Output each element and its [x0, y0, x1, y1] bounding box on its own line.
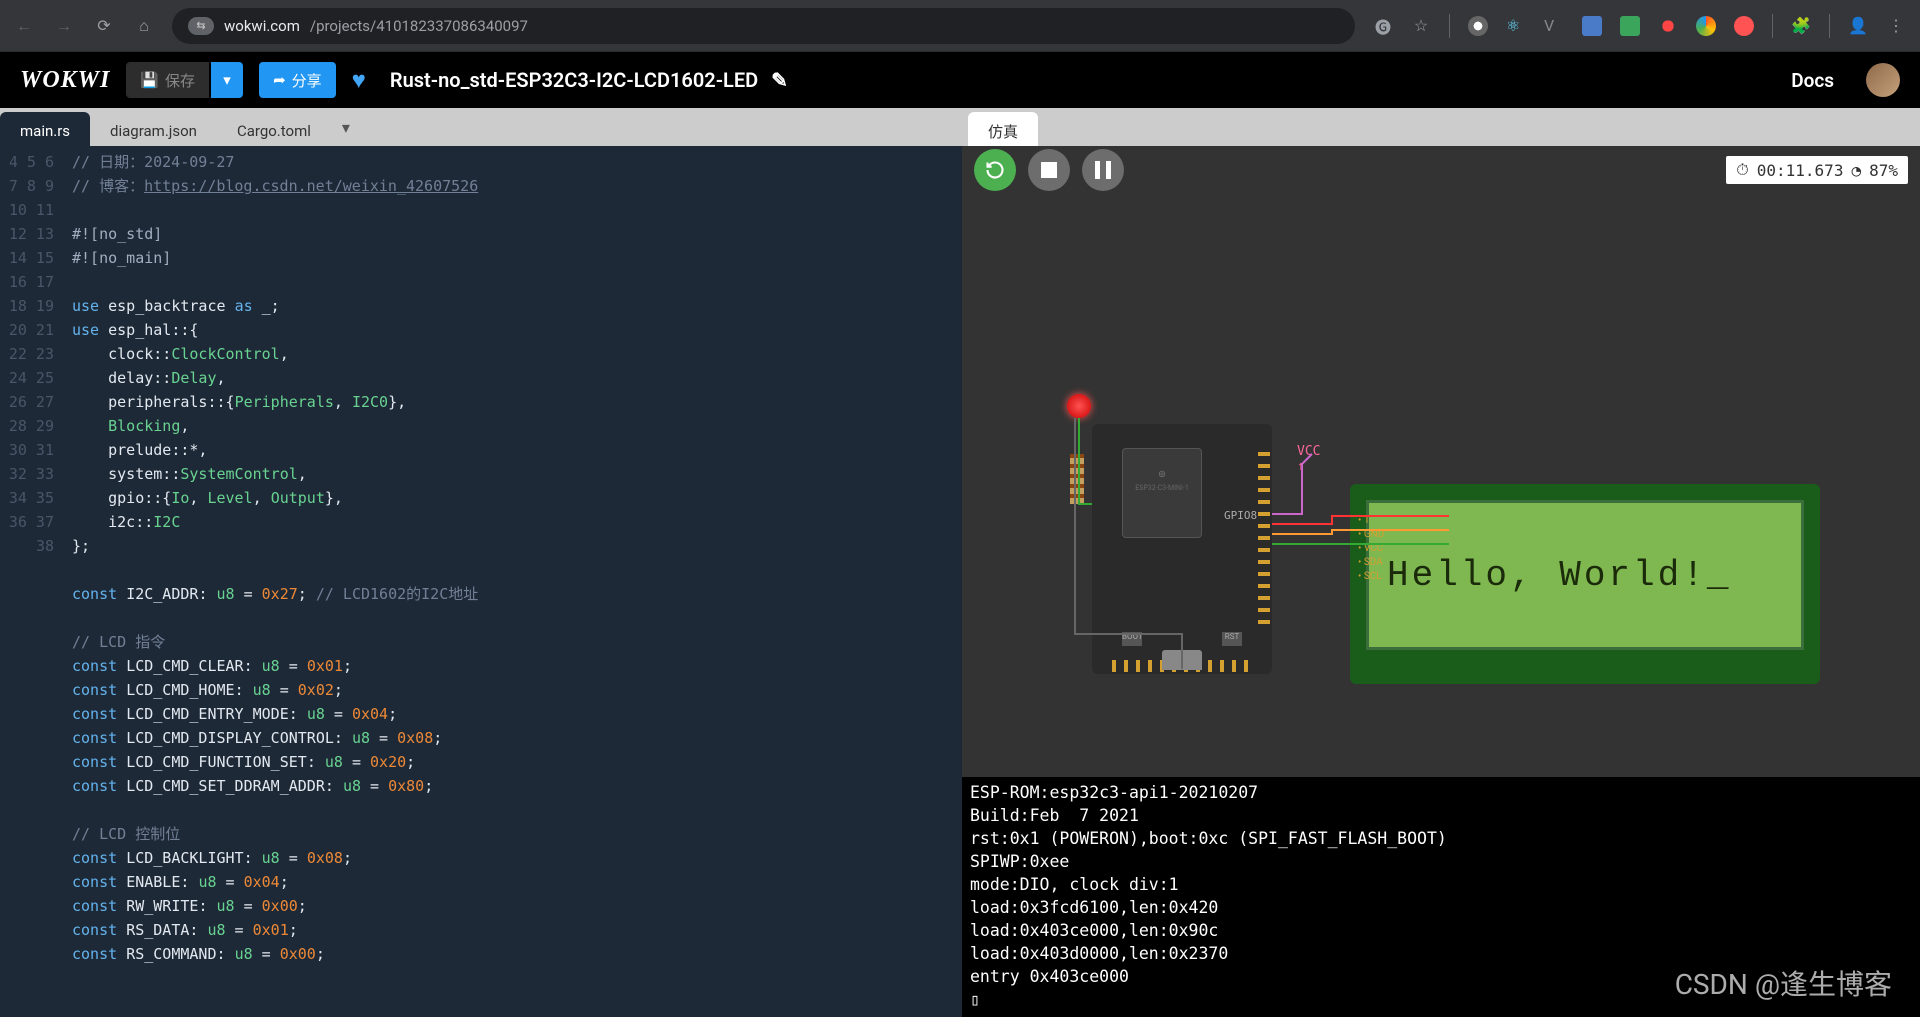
share-button[interactable]: ➦分享 [259, 62, 336, 98]
lcd-line1: Hello, World!_ [1387, 555, 1783, 596]
esp32c3-board[interactable]: ◎ESP32-C3-MINI-1 BOOT RST [1092, 424, 1272, 674]
chevron-down-icon: ▾ [223, 71, 231, 89]
browser-toolbar: ← → ⟳ ⌂ ⇆ wokwi.com/projects/41018233708… [0, 0, 1920, 52]
toolbar-divider [1829, 14, 1830, 38]
toolbar-divider [1449, 14, 1450, 38]
lcd1602-component[interactable]: • 1• GND• VCC• SDA• SCL Hello, World!_ [1350, 484, 1820, 684]
nav-back-icon[interactable]: ← [14, 16, 34, 36]
editor-gutter: 4 5 6 7 8 9 10 11 12 13 14 15 16 17 18 1… [0, 146, 72, 558]
edit-title-icon[interactable]: ✎ [771, 68, 788, 92]
nav-reload-icon[interactable]: ⟳ [94, 16, 114, 36]
profile-icon[interactable]: 👤 [1848, 16, 1868, 36]
translate-icon[interactable]: 🅖 [1373, 16, 1393, 36]
code-editor[interactable]: 4 5 6 7 8 9 10 11 12 13 14 15 16 17 18 1… [0, 146, 962, 1017]
ext-icon-devtools[interactable] [1620, 16, 1640, 36]
site-info-icon[interactable]: ⇆ [188, 17, 214, 35]
extension-icons: 🅖 ☆ ⚛ V 🧩 👤 ⋮ [1373, 14, 1906, 38]
pause-button[interactable] [1082, 149, 1124, 191]
project-title: Rust-no_std-ESP32C3-I2C-LCD1602-LED ✎ [390, 68, 1775, 92]
pins-right [1258, 444, 1270, 624]
url-bar[interactable]: ⇆ wokwi.com/projects/410182337086340097 [172, 8, 1355, 44]
favorite-button[interactable]: ♥ [352, 66, 366, 95]
main-area: 4 5 6 7 8 9 10 11 12 13 14 15 16 17 18 1… [0, 146, 1920, 1017]
sim-time: 00:11.673 [1757, 161, 1844, 180]
ext-icon-7[interactable] [1696, 16, 1716, 36]
wokwi-logo[interactable]: WOKWI [20, 67, 110, 94]
stopwatch-icon: ⏱ [1736, 160, 1748, 180]
save-icon: 💾 [140, 71, 159, 89]
watermark: CSDN @逢生博客 [1675, 963, 1892, 1003]
led-component[interactable] [1067, 394, 1091, 418]
docs-link[interactable]: Docs [1791, 69, 1834, 92]
sim-canvas[interactable]: ◎ESP32-C3-MINI-1 BOOT RST VCC↑ GPIO8 • 1… [962, 194, 1920, 777]
ext-icon-v[interactable]: V [1544, 16, 1564, 36]
ext-icon-1[interactable] [1468, 16, 1488, 36]
nav-forward-icon[interactable]: → [54, 16, 74, 36]
usb-port [1162, 650, 1202, 670]
esp-chip: ◎ESP32-C3-MINI-1 [1122, 448, 1202, 538]
ext-icon-z[interactable] [1582, 16, 1602, 36]
gpio-label: GPIO8 [1224, 509, 1257, 522]
rst-button[interactable]: RST [1222, 632, 1242, 646]
url-path: /projects/410182337086340097 [310, 17, 528, 35]
sim-speed: 87% [1869, 161, 1898, 180]
sim-stats: ⏱ 00:11.673 ◔ 87% [1726, 156, 1908, 184]
nav-home-icon[interactable]: ⌂ [134, 16, 154, 36]
ext-icon-rec[interactable] [1658, 16, 1678, 36]
tab-simulation[interactable]: 仿真 [968, 112, 1038, 150]
share-icon: ➦ [273, 71, 286, 89]
url-host: wokwi.com [224, 17, 300, 35]
ext-icon-react[interactable]: ⚛ [1506, 16, 1526, 36]
restart-button[interactable] [974, 149, 1016, 191]
tab-main-rs[interactable]: main.rs [0, 112, 90, 150]
tab-cargo-toml[interactable]: Cargo.toml [217, 112, 331, 150]
simulation-pane: ⏱ 00:11.673 ◔ 87% ◎ESP32-C3-MINI-1 BOOT RS… [962, 146, 1920, 1017]
editor-content[interactable]: // 日期：2024-09-27 // 博客：https://blog.csdn… [72, 146, 962, 990]
resistor-component[interactable] [1070, 454, 1084, 504]
sim-controls: ⏱ 00:11.673 ◔ 87% [962, 146, 1920, 194]
ext-icon-8[interactable] [1734, 16, 1754, 36]
lcd-pin-labels: • 1• GND• VCC• SDA• SCL [1358, 514, 1384, 584]
bookmark-star-icon[interactable]: ☆ [1411, 16, 1431, 36]
toolbar-divider [1772, 14, 1773, 38]
lcd-screen: Hello, World!_ [1366, 500, 1804, 650]
stop-button[interactable] [1028, 149, 1070, 191]
browser-menu-icon[interactable]: ⋮ [1886, 16, 1906, 36]
editor-tabs: main.rs diagram.json Cargo.toml ▾ [0, 108, 962, 146]
extensions-icon[interactable]: 🧩 [1791, 16, 1811, 36]
save-button[interactable]: 💾保存 [126, 62, 209, 98]
vcc-label: VCC↑ [1297, 444, 1320, 474]
app-header: WOKWI 💾保存 ▾ ➦分享 ♥ Rust-no_std-ESP32C3-I2… [0, 52, 1920, 108]
gauge-icon: ◔ [1851, 161, 1861, 180]
boot-button[interactable]: BOOT [1122, 632, 1142, 646]
save-dropdown-button[interactable]: ▾ [211, 62, 243, 98]
tabs-row: main.rs diagram.json Cargo.toml ▾ 仿真 [0, 108, 1920, 146]
tab-diagram-json[interactable]: diagram.json [90, 112, 217, 150]
tab-menu-icon[interactable]: ▾ [331, 108, 361, 146]
user-avatar[interactable] [1866, 63, 1900, 97]
